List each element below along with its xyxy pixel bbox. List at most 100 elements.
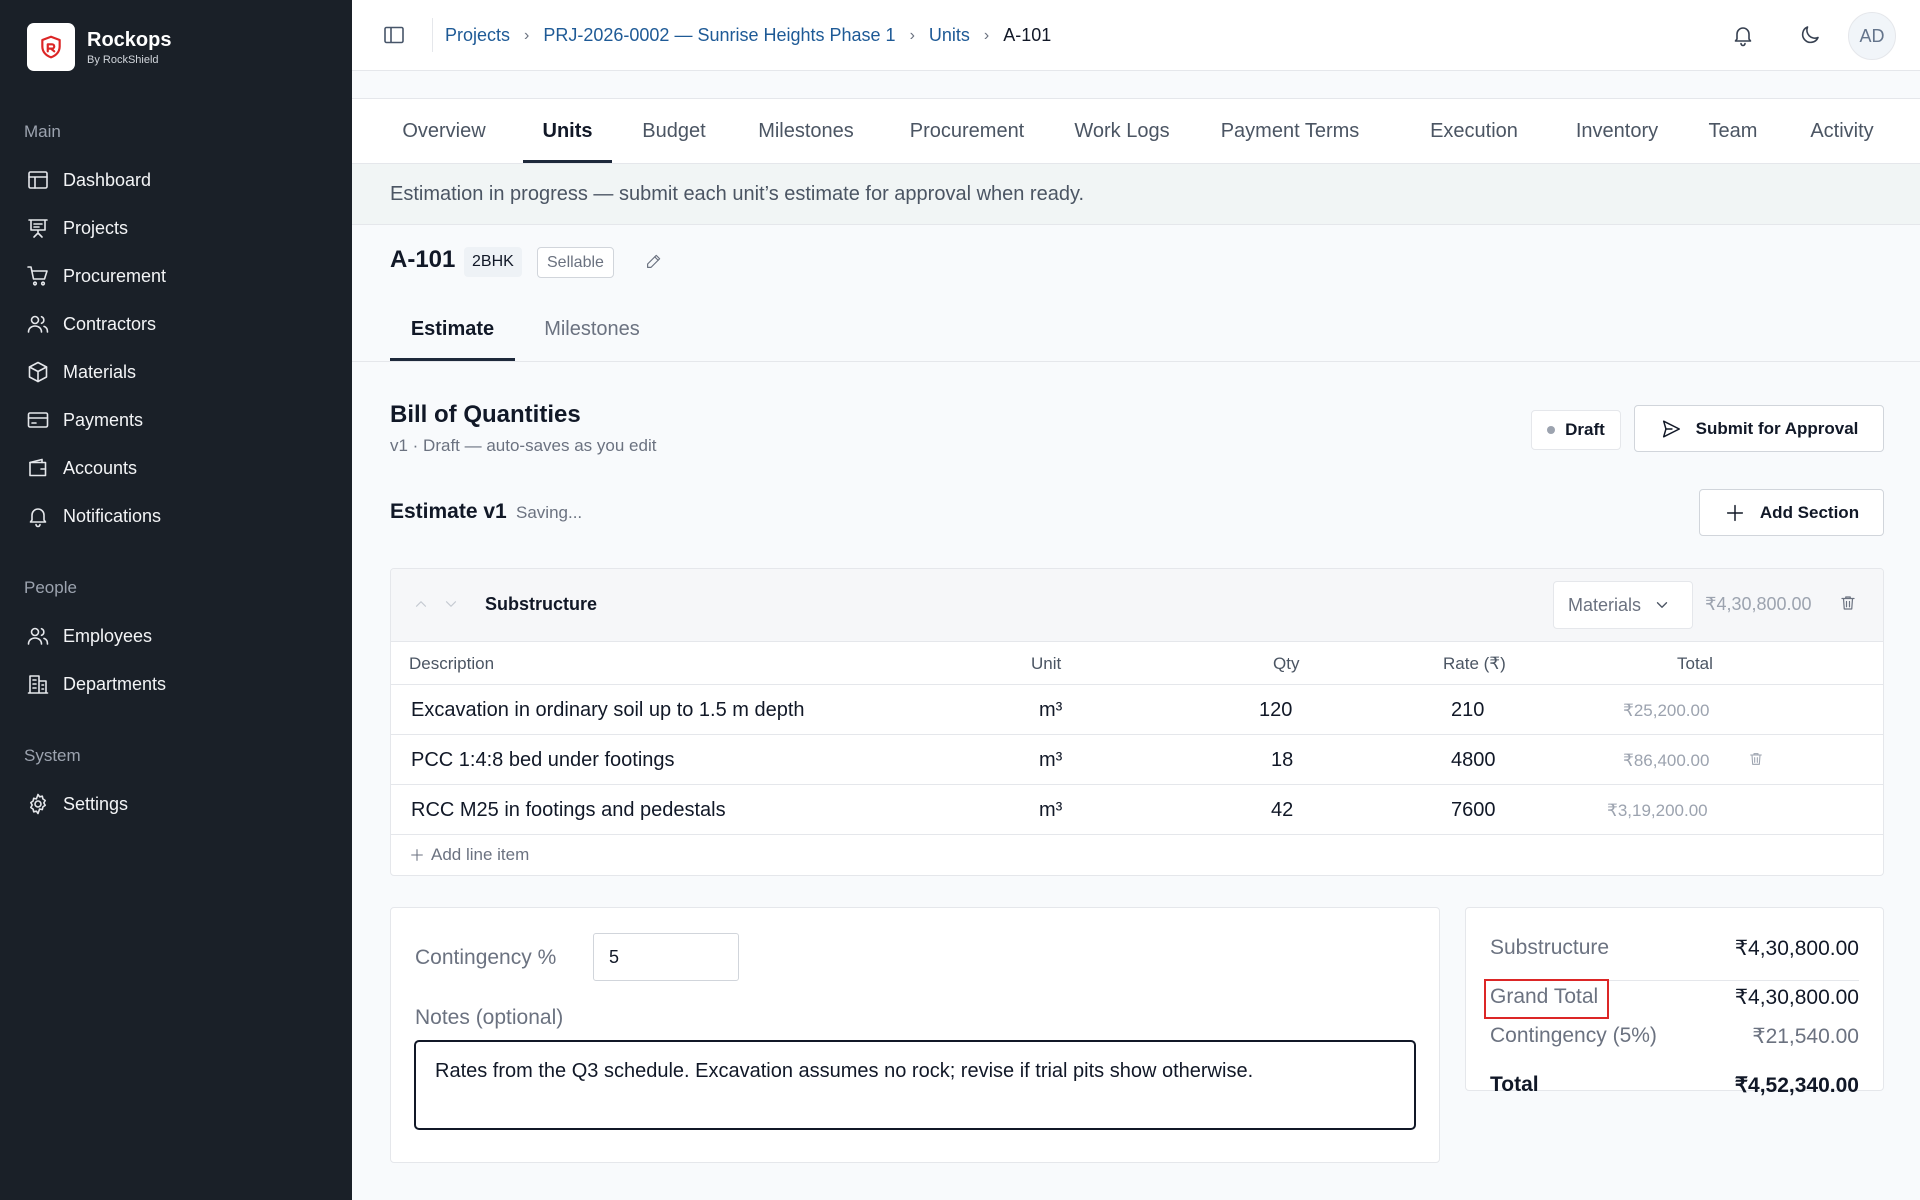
brand[interactable]: Rockops By RockShield xyxy=(27,23,171,71)
tab-milestones[interactable]: Milestones xyxy=(747,99,865,163)
row-rate[interactable]: 7600 xyxy=(1451,799,1496,822)
tab-units[interactable]: Units xyxy=(523,99,612,163)
row-unit[interactable]: m³ xyxy=(1039,749,1062,772)
tab-activity[interactable]: Activity xyxy=(1796,99,1888,163)
sidebar-item-label: Materials xyxy=(63,361,137,382)
bell-icon xyxy=(29,508,47,528)
move-section-up-button[interactable] xyxy=(412,595,430,613)
tab-overview[interactable]: Overview xyxy=(396,99,492,163)
sidebar-item-payments[interactable]: Payments xyxy=(0,396,352,444)
table-row: Excavation in ordinary soil up to 1.5 m … xyxy=(391,685,1883,735)
tab-unit-milestones[interactable]: Milestones xyxy=(532,302,652,361)
panel-left-icon xyxy=(384,26,404,44)
sidebar-item-materials[interactable]: Materials xyxy=(0,348,352,396)
brand-logo-icon xyxy=(27,23,75,71)
theme-toggle-button[interactable] xyxy=(1796,21,1824,49)
row-rate[interactable]: 210 xyxy=(1451,699,1484,722)
plus-icon xyxy=(411,849,423,861)
draft-status-badge: Draft xyxy=(1531,410,1621,450)
sidebar: Rockops By RockShield Main Dashboard Pro… xyxy=(0,0,352,1200)
nav-section-system: System Settings xyxy=(0,744,352,828)
breadcrumb-projects[interactable]: Projects xyxy=(445,25,510,46)
nav-heading-main: Main xyxy=(24,122,61,141)
users-icon xyxy=(27,627,49,645)
notifications-button[interactable] xyxy=(1729,21,1757,49)
tab-estimate[interactable]: Estimate xyxy=(390,302,515,361)
unit-type-badge: 2BHK xyxy=(464,247,522,277)
sidebar-item-accounts[interactable]: Accounts xyxy=(0,444,352,492)
sidebar-item-departments[interactable]: Departments xyxy=(0,660,352,708)
estimate-title: Estimate v1 xyxy=(390,500,507,523)
row-qty[interactable]: 120 xyxy=(1259,699,1292,722)
move-section-down-button[interactable] xyxy=(442,595,460,613)
summary-row-substructure: Substructure ₹4,30,800.00 xyxy=(1490,936,1859,966)
tab-team[interactable]: Team xyxy=(1703,99,1763,163)
tab-inventory[interactable]: Inventory xyxy=(1563,99,1671,163)
section-category-select[interactable]: Materials xyxy=(1553,581,1693,629)
summary-substructure-label: Substructure xyxy=(1490,936,1610,959)
topbar-divider xyxy=(432,18,433,52)
projects-icon xyxy=(28,219,48,238)
nav-section-main: Main Dashboard Projects Procurement Cont… xyxy=(0,120,352,540)
notes-textarea[interactable]: Rates from the Q3 schedule. Excavation a… xyxy=(414,1040,1416,1130)
sidebar-item-label: Payments xyxy=(63,409,144,430)
delete-section-button[interactable] xyxy=(1839,594,1859,614)
row-unit[interactable]: m³ xyxy=(1039,799,1062,822)
plus-icon xyxy=(1726,504,1743,521)
contingency-input[interactable] xyxy=(593,933,739,981)
sidebar-item-employees[interactable]: Employees xyxy=(0,612,352,660)
sidebar-item-procurement[interactable]: Procurement xyxy=(0,252,352,300)
table-header: Description Unit Qty Rate (₹) Total xyxy=(391,642,1883,685)
avatar[interactable]: AD xyxy=(1848,12,1896,60)
sidebar-item-contractors[interactable]: Contractors xyxy=(0,300,352,348)
nav-heading-people: People xyxy=(24,578,77,597)
column-header-description: Description xyxy=(409,654,495,673)
sidebar-toggle-button[interactable] xyxy=(382,23,408,47)
summary-grand-total-value: ₹4,30,800.00 xyxy=(1734,986,1859,1009)
submit-for-approval-button[interactable]: Submit for Approval xyxy=(1634,405,1884,452)
breadcrumb-units[interactable]: Units xyxy=(929,25,970,46)
unit-status-badge: Sellable xyxy=(537,247,614,278)
brand-subtitle: By RockShield xyxy=(87,53,159,66)
bell-icon xyxy=(1734,27,1752,47)
status-dot-icon xyxy=(1547,426,1556,434)
column-header-total: Total xyxy=(1677,654,1713,673)
draft-status-label: Draft xyxy=(1565,420,1605,439)
tab-work-logs[interactable]: Work Logs xyxy=(1068,99,1176,163)
add-section-button[interactable]: Add Section xyxy=(1699,489,1884,536)
row-qty[interactable]: 42 xyxy=(1271,799,1293,822)
nav-section-people: People Employees Departments xyxy=(0,576,352,708)
breadcrumb-project[interactable]: PRJ-2026-0002 — Sunrise Heights Phase 1 xyxy=(543,25,895,46)
add-line-item-button[interactable]: Add line item xyxy=(409,845,529,865)
tab-procurement[interactable]: Procurement xyxy=(899,99,1035,163)
row-total: ₹25,200.00 xyxy=(1623,701,1710,720)
sidebar-item-projects[interactable]: Projects xyxy=(0,204,352,252)
tab-budget[interactable]: Budget xyxy=(634,99,714,163)
sidebar-item-label: Dashboard xyxy=(63,169,152,190)
edit-unit-button[interactable] xyxy=(645,252,665,272)
section-name[interactable]: Substructure xyxy=(485,594,597,615)
sidebar-item-dashboard[interactable]: Dashboard xyxy=(0,156,352,204)
table-row: RCC M25 in footings and pedestals m³ 42 … xyxy=(391,785,1883,835)
breadcrumb: Projects › PRJ-2026-0002 — Sunrise Heigh… xyxy=(445,0,1051,71)
row-rate[interactable]: 4800 xyxy=(1451,749,1496,772)
row-description[interactable]: RCC M25 in footings and pedestals xyxy=(411,799,726,822)
summary-row-total: Total ₹4,52,340.00 xyxy=(1490,1073,1859,1103)
row-description[interactable]: PCC 1:4:8 bed under footings xyxy=(411,749,675,772)
estimate-summary-card: Substructure ₹4,30,800.00 Grand Total ₹4… xyxy=(1465,907,1884,1097)
summary-row-grand-total: Grand Total ₹4,30,800.00 xyxy=(1484,979,1859,1019)
sidebar-item-notifications[interactable]: Notifications xyxy=(0,492,352,540)
trash-icon xyxy=(1750,753,1762,765)
chevron-down-icon xyxy=(1656,602,1668,608)
tab-execution[interactable]: Execution xyxy=(1420,99,1528,163)
tab-payment-terms[interactable]: Payment Terms xyxy=(1210,99,1370,163)
row-unit[interactable]: m³ xyxy=(1039,699,1062,722)
row-qty[interactable]: 18 xyxy=(1271,749,1293,772)
dashboard-icon xyxy=(28,171,48,189)
contingency-notes-card: Contingency % Notes (optional) Rates fro… xyxy=(390,907,1440,1163)
estimation-banner: Estimation in progress — submit each uni… xyxy=(352,164,1920,225)
row-description[interactable]: Excavation in ordinary soil up to 1.5 m … xyxy=(411,699,805,722)
sidebar-item-label: Procurement xyxy=(63,265,167,286)
delete-row-button[interactable] xyxy=(1748,751,1766,769)
sidebar-item-settings[interactable]: Settings xyxy=(0,780,352,828)
